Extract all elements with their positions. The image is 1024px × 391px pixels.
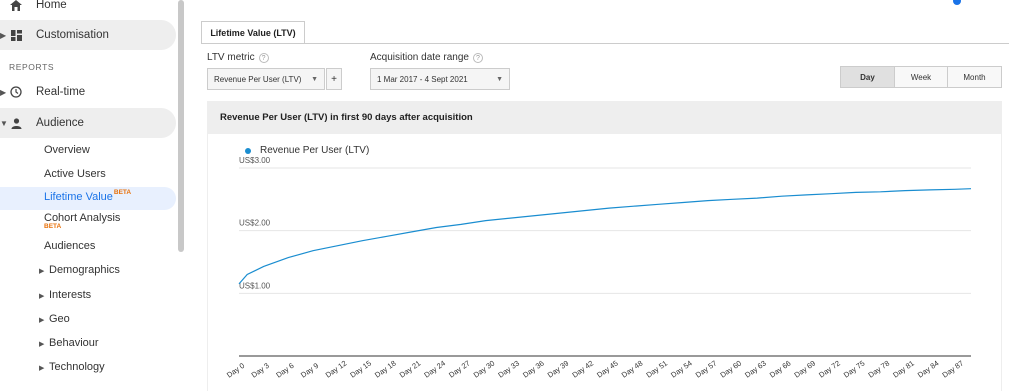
x-tick-label: Day 39 [546,359,571,380]
y-tick-label: US$3.00 [239,156,271,165]
x-tick-label: Day 24 [422,359,447,380]
x-tick-label: Day 15 [348,359,373,380]
x-tick-label: Day 21 [398,359,423,380]
x-tick-label: Day 69 [792,359,817,380]
x-tick-label: Day 63 [743,359,768,380]
x-tick-label: Day 78 [867,359,892,380]
ltv-line-chart[interactable]: US$1.00US$2.00US$3.00Day 0 Day 3 Day 6 Day … [0,0,1024,391]
x-tick-label: Day 84 [916,359,941,380]
x-tick-label: Day 72 [817,359,842,380]
x-tick-label: Day 9 [299,361,320,380]
x-tick-label: Day 60 [718,359,743,380]
x-tick-label: Day 57 [694,359,719,380]
x-tick-label: Day 51 [644,359,669,380]
x-tick-label: Day 87 [941,359,966,380]
x-tick-label: Day 18 [373,359,398,380]
x-tick-label: Day 30 [472,359,497,380]
x-tick-label: Day 6 [274,361,295,380]
x-tick-label: Day 0 [225,361,246,380]
x-tick-label: Day 66 [768,359,793,380]
x-tick-label: Day 48 [620,359,645,380]
x-tick-label: Day 33 [496,359,521,380]
x-tick-label: Day 3 [250,361,271,380]
x-tick-label: Day 81 [891,359,916,380]
series-line-revenue-per-user [238,188,972,285]
x-tick-label: Day 42 [570,359,595,380]
y-tick-label: US$2.00 [239,219,271,228]
x-tick-label: Day 45 [595,359,620,380]
x-tick-label: Day 54 [669,359,694,380]
y-tick-label: US$1.00 [239,281,271,290]
x-tick-label: Day 36 [521,359,546,380]
x-tick-label: Day 75 [842,359,867,380]
x-tick-label: Day 27 [447,359,472,380]
x-tick-label: Day 12 [324,359,349,380]
